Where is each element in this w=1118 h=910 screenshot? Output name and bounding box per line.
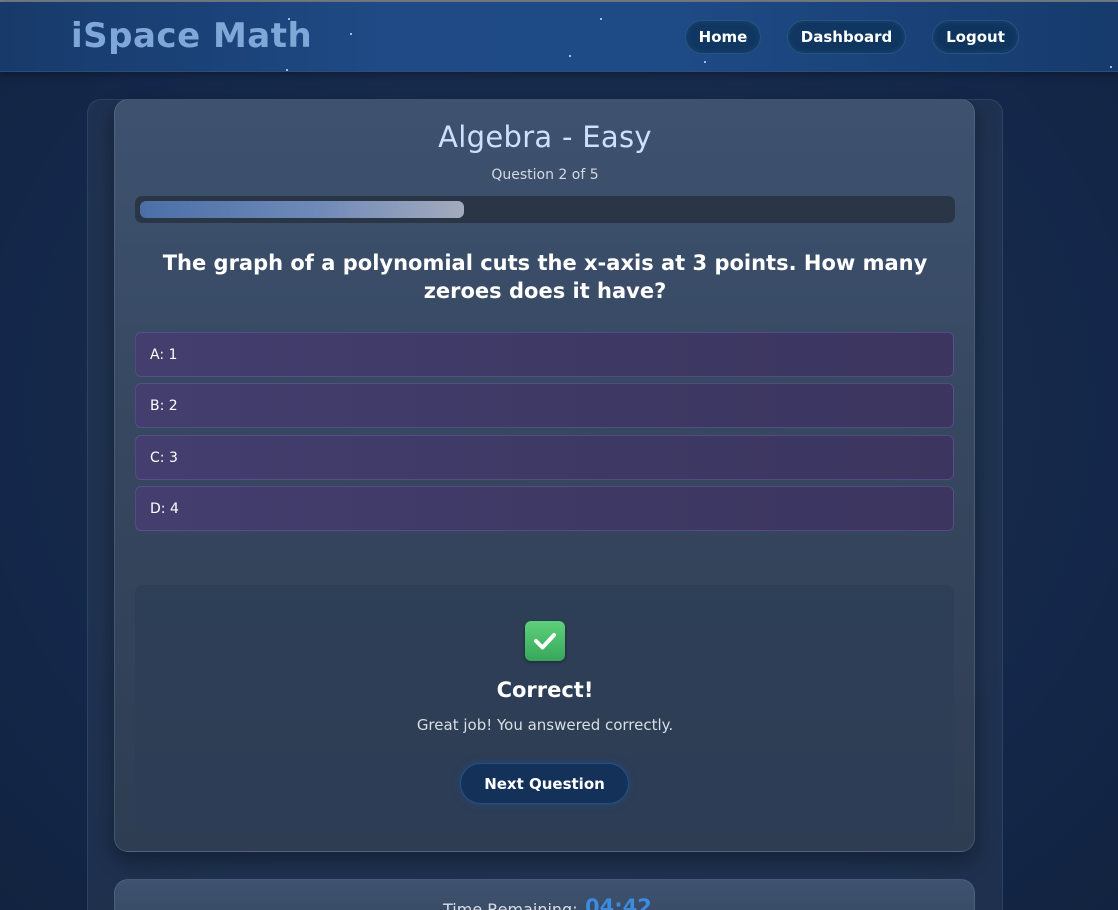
star-decoration: [1110, 66, 1112, 68]
star-decoration: [600, 18, 602, 20]
star-decoration: [569, 55, 571, 57]
nav-dashboard-button[interactable]: Dashboard: [787, 20, 906, 54]
feedback-title: Correct!: [496, 678, 594, 702]
answer-option-c[interactable]: C: 3: [135, 435, 954, 480]
answer-option-b[interactable]: B: 2: [135, 383, 954, 428]
progress-bar-fill: [140, 201, 464, 218]
question-text: The graph of a polynomial cuts the x-axi…: [162, 251, 928, 303]
top-navbar: iSpace Math Home Dashboard Logout: [0, 2, 1118, 72]
nav-logout-button[interactable]: Logout: [932, 20, 1019, 54]
next-question-button[interactable]: Next Question: [460, 763, 629, 804]
answer-option-a[interactable]: A: 1: [135, 332, 954, 377]
question-counter: Question 2 of 5: [491, 167, 599, 183]
feedback-message: Great job! You answered correctly.: [416, 716, 674, 734]
star-decoration: [704, 61, 706, 63]
nav-home-button[interactable]: Home: [685, 20, 761, 54]
star-decoration: [286, 69, 288, 71]
progress-bar: [135, 196, 955, 223]
timer-label: Time Remaining:: [443, 900, 578, 910]
timer-value: 04:42: [585, 895, 652, 910]
quiz-title: Algebra - Easy: [438, 120, 652, 154]
check-mark-icon: [525, 621, 565, 661]
answer-option-d[interactable]: D: 4: [135, 486, 954, 531]
star-decoration: [350, 33, 352, 35]
site-logo[interactable]: iSpace Math: [71, 16, 312, 56]
